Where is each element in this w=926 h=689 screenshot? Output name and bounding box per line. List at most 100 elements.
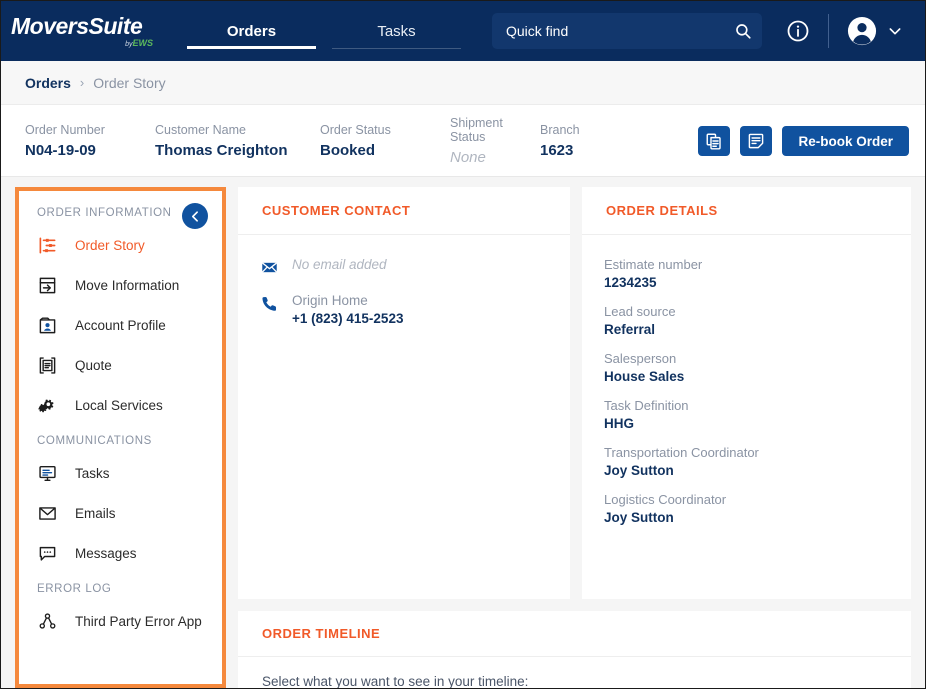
top-cards-row: CUSTOMER CONTACT: [238, 187, 911, 599]
task-monitor-icon: [37, 463, 57, 483]
shipment-status-label: Shipment Status: [450, 116, 540, 144]
contact-phone-row[interactable]: Origin Home +1 (823) 415-2523: [260, 293, 546, 326]
lead-source-value: Referral: [604, 322, 887, 337]
tab-orders[interactable]: Orders: [179, 1, 324, 61]
transportation-coordinator-value: Joy Sutton: [604, 463, 887, 478]
sidebar-item-tasks-label: Tasks: [75, 466, 110, 481]
order-summary-bar: Order Number N04-19-09 Customer Name Tho…: [1, 105, 925, 177]
gears-icon: [37, 395, 57, 415]
phone-icon: [260, 293, 278, 312]
sidebar-item-tasks[interactable]: Tasks: [19, 453, 222, 493]
search-input[interactable]: [506, 23, 734, 39]
logo-text: MoversSuite: [11, 15, 142, 38]
sidebar-item-quote-label: Quote: [75, 358, 112, 373]
sidebar-item-messages[interactable]: Messages: [19, 533, 222, 573]
order-details-body: Estimate number 1234235 Lead source Refe…: [582, 235, 911, 525]
sidebar-item-account-profile[interactable]: Account Profile: [19, 305, 222, 345]
sidebar-collapse-button[interactable]: [182, 203, 208, 229]
task-definition-value: HHG: [604, 416, 887, 431]
chevron-down-icon[interactable]: [887, 23, 903, 39]
sidebar-item-third-party-error-app[interactable]: Third Party Error App: [19, 601, 222, 641]
sidebar-item-messages-label: Messages: [75, 546, 137, 561]
contact-email-empty-text: No email added: [292, 257, 387, 272]
tab-tasks[interactable]: Tasks: [324, 1, 469, 61]
order-status-value: Booked: [320, 142, 450, 159]
sidebar-item-emails[interactable]: Emails: [19, 493, 222, 533]
order-details-title: ORDER DETAILS: [606, 203, 718, 218]
message-bubble-icon: [37, 543, 57, 563]
logo-ews-text: EWS: [132, 38, 153, 48]
breadcrumb-orders-link[interactable]: Orders: [25, 75, 71, 91]
order-details-card: ORDER DETAILS Estimate number 1234235 Le…: [582, 187, 911, 599]
order-details-header: ORDER DETAILS: [582, 187, 911, 235]
salesperson-label: Salesperson: [604, 351, 887, 366]
sidebar-group-error-log: ERROR LOG: [19, 583, 222, 595]
branch-value: 1623: [540, 142, 630, 159]
contact-phone-value: +1 (823) 415-2523: [292, 311, 403, 326]
notes-document-icon: [747, 132, 765, 150]
app-logo[interactable]: MoversSuite byEWS: [11, 15, 161, 48]
sidebar-item-local-services[interactable]: Local Services: [19, 385, 222, 425]
customer-name-value: Thomas Creighton: [155, 142, 320, 159]
sidebar-item-quote[interactable]: Quote: [19, 345, 222, 385]
sidebar-item-order-story[interactable]: Order Story: [19, 225, 222, 265]
summary-field-order-status: Order Status Booked: [320, 123, 450, 159]
customer-contact-header: CUSTOMER CONTACT: [238, 187, 570, 235]
content-area: CUSTOMER CONTACT: [238, 187, 911, 688]
sidebar-item-move-information-label: Move Information: [75, 278, 179, 293]
application-window: MoversSuite byEWS Orders Tasks: [0, 0, 926, 689]
copy-order-button[interactable]: [698, 126, 730, 156]
detail-row-transportation-coordinator: Transportation Coordinator Joy Sutton: [604, 445, 887, 478]
estimate-number-value: 1234235: [604, 275, 887, 290]
info-circle-icon[interactable]: [786, 19, 810, 43]
sidebar-spacer: [19, 425, 222, 435]
summary-field-shipment-status: Shipment Status None: [450, 116, 540, 166]
order-timeline-card: ORDER TIMELINE Select what you want to s…: [238, 611, 911, 689]
logistics-coordinator-value: Joy Sutton: [604, 510, 887, 525]
detail-row-lead-source: Lead source Referral: [604, 304, 887, 337]
logo-subtext: byEWS: [125, 39, 153, 48]
contact-email-row[interactable]: No email added: [260, 257, 546, 276]
rebook-order-button[interactable]: Re-book Order: [782, 126, 909, 156]
contact-phone-label: Origin Home: [292, 293, 403, 308]
order-navigation-sidebar: ORDER INFORMATION Order Story: [15, 187, 226, 688]
order-notes-button[interactable]: [740, 126, 772, 156]
user-avatar-icon[interactable]: [847, 16, 877, 46]
copy-documents-icon: [705, 132, 723, 150]
order-timeline-body: Select what you want to see in your time…: [238, 657, 911, 689]
nav-divider: [828, 14, 829, 48]
sidebar-group-communications: COMMUNICATIONS: [19, 435, 222, 447]
search-icon[interactable]: [734, 22, 752, 40]
summary-actions: Re-book Order: [698, 105, 909, 177]
page-body: ORDER INFORMATION Order Story: [1, 177, 925, 688]
summary-field-customer-name: Customer Name Thomas Creighton: [155, 123, 320, 159]
estimate-number-label: Estimate number: [604, 257, 887, 272]
chevron-left-icon: [189, 210, 202, 223]
sidebar-item-local-services-label: Local Services: [75, 398, 163, 413]
salesperson-value: House Sales: [604, 369, 887, 384]
quick-find-search[interactable]: [492, 13, 762, 49]
lead-source-label: Lead source: [604, 304, 887, 319]
detail-row-logistics-coordinator: Logistics Coordinator Joy Sutton: [604, 492, 887, 525]
account-profile-icon: [37, 315, 57, 335]
sidebar-spacer-2: [19, 573, 222, 583]
order-number-label: Order Number: [25, 123, 155, 137]
envelope-icon: [37, 503, 57, 523]
task-definition-label: Task Definition: [604, 398, 887, 413]
summary-field-branch: Branch 1623: [540, 123, 630, 159]
breadcrumb-current: Order Story: [93, 75, 165, 91]
network-nodes-icon: [37, 611, 57, 631]
top-navigation-bar: MoversSuite byEWS Orders Tasks: [1, 1, 925, 61]
move-box-icon: [37, 275, 57, 295]
customer-name-label: Customer Name: [155, 123, 320, 137]
detail-row-salesperson: Salesperson House Sales: [604, 351, 887, 384]
sidebar-item-account-profile-label: Account Profile: [75, 318, 166, 333]
order-number-value: N04-19-09: [25, 142, 155, 159]
quote-document-icon: [37, 355, 57, 375]
detail-row-task-definition: Task Definition HHG: [604, 398, 887, 431]
order-timeline-title: ORDER TIMELINE: [262, 626, 380, 641]
sidebar-item-move-information[interactable]: Move Information: [19, 265, 222, 305]
order-timeline-header: ORDER TIMELINE: [238, 611, 911, 657]
transportation-coordinator-label: Transportation Coordinator: [604, 445, 887, 460]
main-nav-tabs: Orders Tasks: [179, 1, 469, 61]
